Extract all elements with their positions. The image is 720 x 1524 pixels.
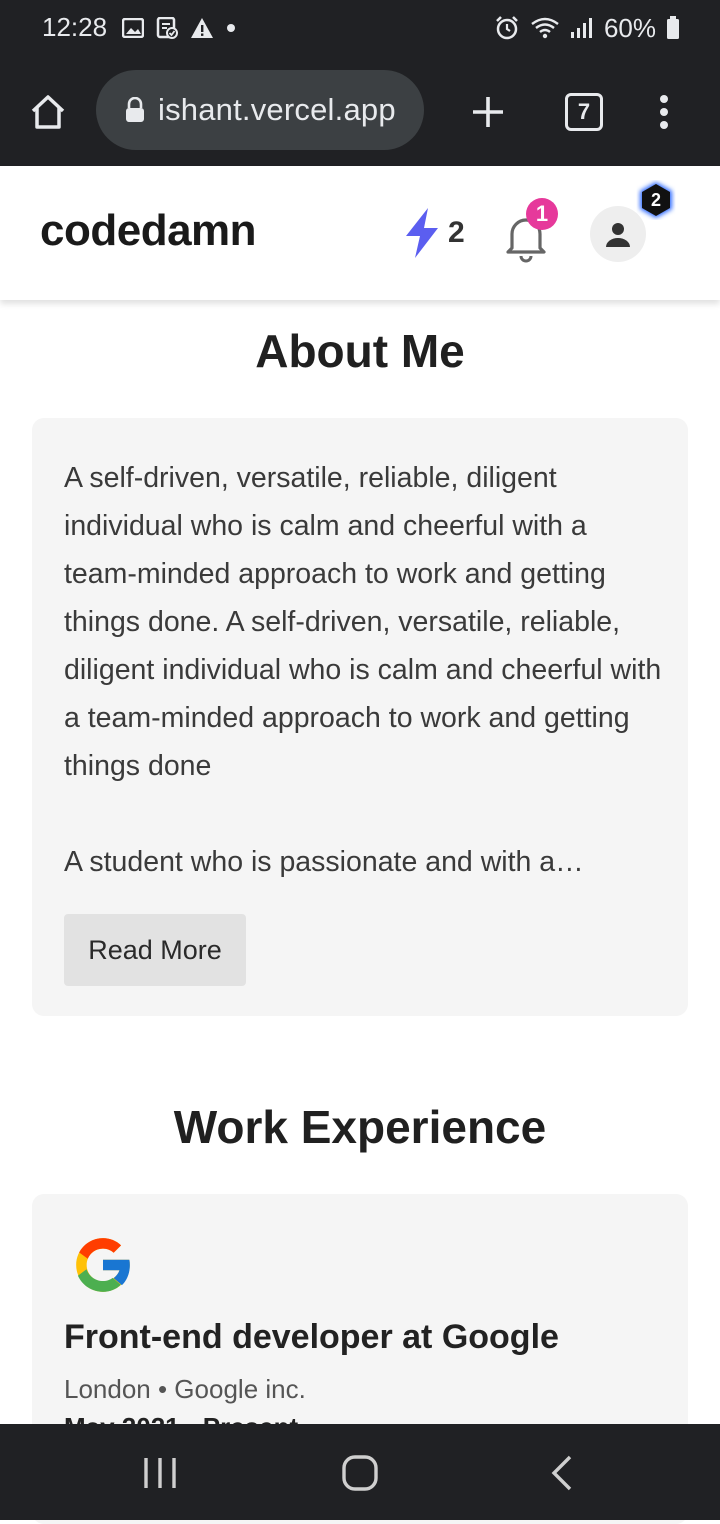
site-header: codedamn 2 1 (0, 166, 720, 300)
status-icons-left (122, 14, 236, 42)
notifications-button[interactable]: 1 (500, 198, 560, 266)
address-bar[interactable]: ishant.vercel.app (96, 70, 424, 150)
notification-badge: 1 (526, 198, 558, 230)
wifi-icon (531, 17, 559, 39)
battery-icon (667, 16, 679, 39)
about-text: A self-driven, versatile, reliable, dili… (64, 454, 664, 886)
recents-icon (144, 1458, 176, 1488)
home-button[interactable] (18, 82, 78, 142)
home-icon (31, 95, 65, 129)
job-title: Front-end developer at Google (64, 1318, 559, 1356)
back-button[interactable] (532, 1450, 592, 1496)
home-nav-button[interactable] (330, 1450, 390, 1496)
status-bar: 12:28 60% (0, 0, 720, 56)
about-card: A self-driven, versatile, reliable, dili… (32, 418, 688, 1016)
more-vert-icon (660, 95, 668, 129)
recent-apps-button[interactable] (130, 1450, 190, 1496)
browser-toolbar: ishant.vercel.app 7 (0, 56, 720, 166)
tab-count: 7 (565, 93, 603, 131)
level-badge: 2 (636, 180, 676, 220)
menu-button[interactable] (634, 82, 694, 142)
gallery-icon (122, 18, 144, 38)
about-paragraph-2: A student who is passionate and with a… (64, 846, 584, 878)
level-number: 2 (650, 189, 661, 210)
document-check-icon (156, 17, 178, 39)
new-tab-button[interactable] (458, 82, 518, 142)
tab-switcher-button[interactable]: 7 (554, 82, 614, 142)
battery-percentage: 60% (603, 12, 656, 43)
plus-icon (473, 97, 503, 127)
about-title: About Me (255, 325, 465, 377)
about-paragraph-1: A self-driven, versatile, reliable, dili… (64, 462, 662, 782)
work-experience-title: Work Experience (173, 1101, 547, 1153)
status-time: 12:28 (42, 12, 108, 42)
lightning-icon (406, 208, 438, 258)
site-logo[interactable]: codedamn (40, 206, 257, 256)
read-more-button[interactable]: Read More (64, 914, 246, 986)
home-circle-icon (342, 1455, 378, 1491)
back-chevron-icon (551, 1455, 572, 1491)
lightning-count: 2 (448, 216, 465, 249)
lock-icon (126, 97, 144, 122)
status-icons-right: 60% (494, 12, 680, 44)
signal-icon (570, 18, 592, 38)
google-logo-icon (76, 1238, 132, 1292)
dot-icon (227, 24, 235, 32)
user-icon (606, 223, 630, 247)
url-text: ishant.vercel.app (158, 92, 396, 127)
job-location-company: London • Google inc. (64, 1374, 306, 1404)
system-navigation-bar (0, 1424, 720, 1520)
warning-icon (191, 18, 213, 38)
alarm-icon (496, 16, 518, 40)
lightning-counter[interactable]: 2 (402, 206, 465, 260)
